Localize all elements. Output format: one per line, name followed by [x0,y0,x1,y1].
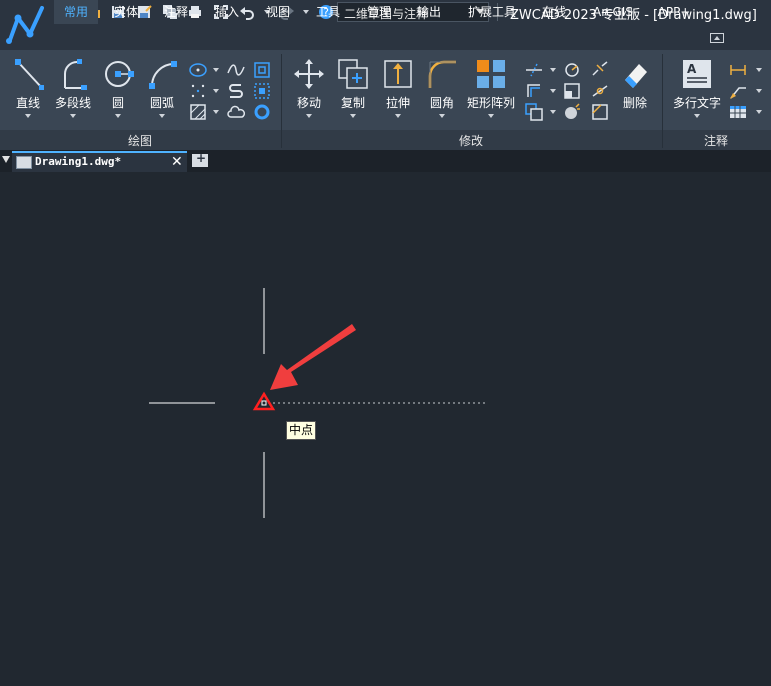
tab-tools[interactable]: 工具 [306,0,350,24]
mtext-label: 多行文字 [672,96,721,110]
scale-icon[interactable] [563,82,581,100]
annotation-group-label: 注释 [704,134,729,148]
ribbon-group-footer [0,130,771,150]
tab-arcgis[interactable]: ArcGIS [588,0,638,24]
mirror-copy-icon[interactable] [525,103,543,121]
move-button[interactable]: 移动 [285,56,333,124]
tab-online[interactable]: 在线 [532,0,576,24]
move-icon [293,58,325,90]
chevron-down-icon[interactable] [756,68,762,72]
tab-manage[interactable]: 管理 [357,0,401,24]
chevron-down-icon [439,114,445,118]
array-icon [475,58,507,90]
chevron-down-icon [306,114,312,118]
leader-icon[interactable] [729,82,747,100]
donut-icon[interactable] [253,103,271,121]
cloud-icon[interactable] [227,103,246,121]
canvas-graphics [149,288,486,518]
explode-icon[interactable] [563,103,581,121]
svg-text:A: A [687,62,697,76]
document-menu-icon[interactable] [2,156,10,163]
linear-dimension-icon[interactable] [729,61,747,79]
rect-array-button[interactable]: 矩形阵列 [467,56,515,124]
erase-label: 删除 [622,96,647,110]
polyline-button[interactable]: 多段线 [49,56,97,124]
dwg-file-icon [16,156,32,169]
chevron-down-icon [70,114,76,118]
arc-icon [146,58,178,90]
chevron-down-icon[interactable] [550,89,556,93]
chevron-down-icon [694,114,700,118]
tab-app-plus[interactable]: APP+ [650,0,698,24]
chevron-down-icon[interactable] [550,68,556,72]
chevron-down-icon [350,114,356,118]
copy-button[interactable]: 复制 [329,56,377,124]
mtext-button[interactable]: A 多行文字 [673,56,721,124]
circle-icon [102,58,134,90]
line-icon [12,58,44,90]
chevron-down-icon [395,114,401,118]
drawing-canvas[interactable] [0,172,771,686]
chevron-down-icon [488,114,494,118]
close-icon[interactable]: ✕ [171,154,183,170]
rectangle-icon[interactable] [253,61,271,79]
tab-annotate[interactable]: 注释 [154,0,198,24]
chevron-down-icon[interactable] [213,110,219,114]
table-icon[interactable] [729,103,747,121]
fillet-button[interactable]: 圆角 [418,56,466,124]
document-tab-label: Drawing1.dwg* [35,155,122,168]
line-button[interactable]: 直线 [4,56,52,124]
draw-group-label: 绘图 [128,134,153,148]
chevron-down-icon[interactable] [756,110,762,114]
arc-label: 圆弧 [149,96,174,110]
tab-extended-tools[interactable]: 扩展工具 [461,0,523,24]
chevron-down-icon [115,114,121,118]
cursor-pickbox [261,400,267,406]
chevron-down-icon[interactable] [550,110,556,114]
chevron-down-icon[interactable] [213,89,219,93]
eraser-icon [619,58,651,90]
trim-icon[interactable] [525,61,543,79]
revcloud-s-icon[interactable] [227,82,245,100]
mtext-icon: A [681,58,713,90]
offset-icon[interactable] [525,82,543,100]
zwcad-logo[interactable] [0,0,52,50]
ribbon-collapse-icon[interactable] [710,33,724,43]
tab-insert[interactable]: 插入 [205,0,249,24]
chevron-down-icon[interactable] [213,68,219,72]
tab-output[interactable]: 输出 [407,0,451,24]
stretch-button[interactable]: 拉伸 [374,56,422,124]
break-icon[interactable] [591,61,609,79]
fillet-icon [426,58,458,90]
ribbon-tab-bar [52,26,771,50]
point-icon[interactable] [189,82,207,100]
tab-home[interactable]: 常用 [54,0,98,24]
chevron-down-icon[interactable] [756,89,762,93]
rotate-icon[interactable] [563,61,581,79]
circle-button[interactable]: 圆 [94,56,142,124]
modify-group-label: 修改 [459,134,484,148]
tab-solid[interactable]: 实体 [104,0,148,24]
spline-icon[interactable] [227,61,245,79]
erase-button[interactable]: 删除 [611,56,659,124]
rect-array-label: 矩形阵列 [466,96,515,110]
tab-drawing1[interactable]: Drawing1.dwg* ✕ [12,151,187,172]
chevron-down-icon [25,114,31,118]
separator [662,54,663,148]
arc-button[interactable]: 圆弧 [138,56,186,124]
ellipse-icon[interactable] [189,61,207,79]
new-document-icon[interactable] [192,151,208,167]
polyline-icon [57,58,89,90]
stretch-icon [382,58,414,90]
region-icon[interactable] [253,82,271,100]
osnap-tooltip: 中点 [286,421,316,440]
chevron-down-icon [159,114,165,118]
callout-arrow [270,324,356,390]
tab-view[interactable]: 视图 [256,0,300,24]
copy-icon [337,58,369,90]
hatch-icon[interactable] [189,103,207,121]
